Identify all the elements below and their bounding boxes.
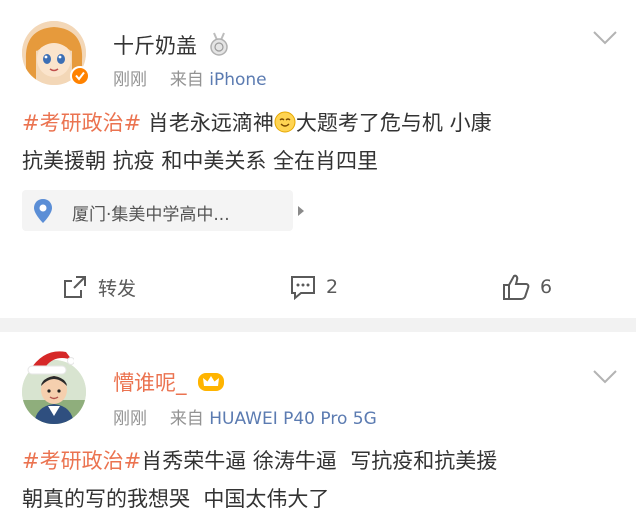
hashtag-link[interactable]: #考研政治#: [22, 111, 141, 135]
post-text-line: 抗美援朝 抗疫 和中美关系 全在肖四里: [22, 149, 379, 173]
post-content: #考研政治# 肖老永远滴神 大题考了危与机 小康 抗美援朝 抗疫 和中美关系 全…: [22, 104, 622, 180]
username-text[interactable]: 十斤奶盖: [113, 34, 197, 58]
location-pin-icon: [34, 199, 52, 223]
share-icon: [64, 276, 86, 298]
post-card-2: 懵谁呢_ 刚刚 来自 HUAWEI P40 Pro 5G #考研政治#肖秀荣牛逼…: [0, 332, 636, 516]
username-text[interactable]: 懵谁呢_: [113, 371, 187, 395]
medal-icon: [209, 32, 228, 56]
chevron-down-icon[interactable]: [592, 369, 618, 385]
post-text-segment: 肖秀荣牛逼 徐涛牛逼 写抗疫和抗美援: [141, 449, 498, 473]
like-button[interactable]: 6: [502, 270, 552, 304]
post-text-line: 朝真的写的我想哭 中国太伟大了: [22, 487, 330, 511]
username[interactable]: 十斤奶盖: [113, 30, 230, 60]
like-count[interactable]: 6: [540, 276, 552, 298]
chevron-down-icon[interactable]: [592, 30, 618, 46]
source-prefix: 来自: [169, 70, 204, 90]
crown-badge-icon: [198, 373, 225, 391]
comment-icon: [291, 276, 315, 300]
post-source[interactable]: iPhone: [209, 70, 266, 90]
post-time: 刚刚: [113, 409, 147, 429]
source-prefix: 来自: [169, 409, 204, 429]
post-content: #考研政治#肖秀荣牛逼 徐涛牛逼 写抗疫和抗美援 朝真的写的我想哭 中国太伟大了: [22, 442, 622, 518]
hashtag-link[interactable]: #考研政治#: [22, 449, 141, 473]
comment-button[interactable]: 2: [290, 270, 338, 304]
santa-hat-icon: [27, 351, 74, 375]
post-text-segment: 肖老永远滴神: [147, 111, 274, 135]
post-meta: 刚刚 来自 iPhone: [113, 65, 267, 90]
like-icon: [503, 274, 530, 300]
post-meta: 刚刚 来自 HUAWEI P40 Pro 5G: [113, 404, 377, 429]
emoji-icon: [274, 111, 296, 133]
feed-separator: [0, 318, 636, 332]
location-text[interactable]: 厦门·集美中学高中...: [72, 200, 230, 225]
post-source[interactable]: HUAWEI P40 Pro 5G: [209, 409, 377, 429]
comment-count[interactable]: 2: [326, 276, 338, 298]
post-card-1: 十斤奶盖 刚刚 来自 iPhone #考研政治# 肖老永远滴神 大题考了危与机 …: [0, 0, 636, 318]
repost-button[interactable]: 转发: [62, 270, 136, 304]
location-chip[interactable]: 厦门·集美中学高中...: [22, 190, 304, 231]
repost-label[interactable]: 转发: [98, 274, 136, 301]
post-time: 刚刚: [113, 70, 147, 90]
post-text-segment: 大题考了危与机 小康: [295, 111, 492, 135]
username[interactable]: 懵谁呢_: [113, 367, 225, 397]
chevron-right-icon: [298, 206, 304, 216]
verified-badge-icon: [70, 66, 90, 86]
